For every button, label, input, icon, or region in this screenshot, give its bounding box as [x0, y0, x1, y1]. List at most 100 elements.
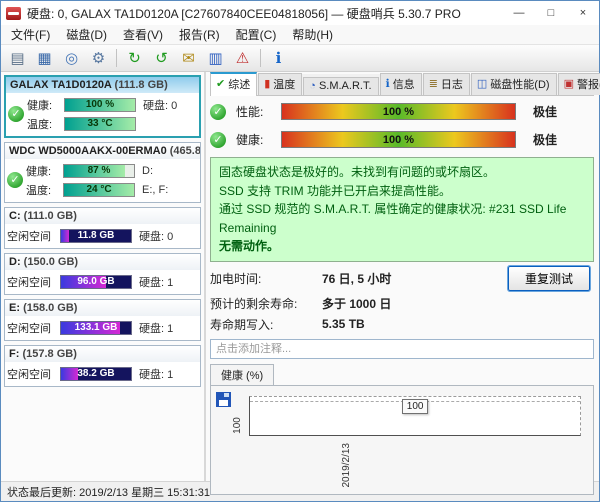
maximize-button[interactable]: □	[535, 1, 567, 25]
content: GALAX TA1D0120A (111.8 GB) ✓ 健康: 100 % 硬…	[1, 72, 599, 481]
performance-label: 性能:	[236, 103, 274, 120]
volume-size: (150.0 GB)	[24, 256, 78, 268]
disk-number: 硬盘: 0	[135, 228, 197, 244]
volume-name: C:	[9, 210, 21, 222]
smart-icon: ◔	[309, 81, 316, 92]
sidebar-volume-f[interactable]: F: (157.8 GB) 空闲空间 38.2 GB 硬盘: 1	[4, 345, 201, 387]
toolbar: ▤ ▦ ◎ ⚙ ↻ ↺ ✉ ▥ ⚠ ℹ	[1, 45, 599, 72]
health-rating: 极佳	[533, 131, 557, 148]
comment-input[interactable]	[210, 339, 594, 359]
health-row: ✓ 健康: 100 % 极佳	[210, 127, 594, 152]
temperature-value: 33 °C	[65, 118, 135, 130]
sidebar-volume-d[interactable]: D: (150.0 GB) 空闲空间 96.0 GB 硬盘: 1	[4, 253, 201, 295]
temperature-label: 温度:	[26, 182, 60, 198]
free-space-bar: 133.1 GB	[60, 321, 132, 335]
chart-icon: ▥	[208, 49, 222, 67]
menu-help[interactable]: 帮助(H)	[284, 24, 341, 45]
volume-name: E:	[9, 302, 20, 314]
refresh-all-icon: ↺	[155, 49, 168, 67]
save-chart-icon[interactable]	[216, 392, 231, 407]
volume-header[interactable]: C: (111.0 GB)	[5, 208, 200, 224]
health-bar: 100 %	[281, 131, 516, 148]
free-space-bar: 96.0 GB	[60, 275, 132, 289]
health-chart-tab[interactable]: 健康 (%)	[210, 364, 274, 385]
sidebar-volume-e[interactable]: E: (158.0 GB) 空闲空间 133.1 GB 硬盘: 1	[4, 299, 201, 341]
refresh-icon: ↻	[128, 49, 141, 67]
window-title: 硬盘: 0, GALAX TA1D0120A [C27607840CEE0481…	[27, 5, 503, 22]
toolbar-refresh-button[interactable]: ↻	[122, 47, 147, 70]
menubar: 文件(F) 磁盘(D) 查看(V) 报告(R) 配置(C) 帮助(H)	[1, 25, 599, 45]
toolbar-info-button[interactable]: ℹ	[266, 47, 291, 70]
window-controls: — □ ×	[503, 1, 599, 25]
volume-header[interactable]: F: (157.8 GB)	[5, 346, 200, 362]
tab-smart[interactable]: ◔ S.M.A.R.T.	[303, 77, 378, 95]
tab-information[interactable]: ℹ 信息	[380, 73, 422, 95]
volume-size: (158.0 GB)	[23, 302, 77, 314]
toolbar-alert-button[interactable]: ⚠	[230, 47, 255, 70]
menu-disk[interactable]: 磁盘(D)	[58, 24, 115, 45]
menu-file[interactable]: 文件(F)	[3, 24, 58, 45]
volume-header[interactable]: E: (158.0 GB)	[5, 300, 200, 316]
power-on-time-row: 加电时间: 76 日, 5 小时 重复测试	[210, 266, 594, 291]
main-panel: ✔ 综述 ▮ 温度 ◔ S.M.A.R.T. ℹ 信息 ≣ 日志	[206, 72, 599, 481]
status-line: 通过 SSD 规范的 S.M.A.R.T. 属性确定的健康状况: #231 SS…	[219, 200, 585, 237]
health-value: 100 %	[282, 132, 515, 147]
performance-value: 100 %	[282, 104, 515, 119]
toolbar-chart-button[interactable]: ▥	[203, 47, 228, 70]
chart-plot-area: 100	[249, 396, 581, 436]
status-text-box: 固态硬盘状态是极好的。未找到有问题的或坏扇区。 SSD 支持 TRIM 功能并已…	[210, 157, 594, 262]
app-icon	[6, 7, 21, 20]
free-space-bar: 38.2 GB	[60, 367, 132, 381]
minimize-button[interactable]: —	[503, 1, 535, 25]
free-space-bar: 11.8 GB	[60, 229, 132, 243]
retest-button[interactable]: 重复测试	[508, 266, 590, 291]
health-label: 健康:	[236, 131, 274, 148]
status-line: SSD 支持 TRIM 功能并已开启来提高性能。	[219, 182, 585, 201]
lifetime-writes-row: 寿命期写入: 5.35 TB	[210, 316, 594, 333]
toolbar-refresh-all-button[interactable]: ↺	[149, 47, 174, 70]
alert-icon: ⚠	[236, 49, 249, 67]
log-icon: ≣	[429, 79, 438, 90]
sidebar-volume-c[interactable]: C: (111.0 GB) 空闲空间 11.8 GB 硬盘: 0	[4, 207, 201, 249]
volume-name: D:	[9, 256, 21, 268]
disk-size: (465.8 GB)	[170, 145, 200, 157]
tab-overview[interactable]: ✔ 综述	[210, 72, 257, 96]
health-value: 87 %	[64, 165, 134, 177]
sidebar-disk-1[interactable]: WDC WD5000AAKX-00ERMA0 (465.8 GB) ✓ 健康: …	[4, 142, 201, 203]
toolbar-disk-settings-button[interactable]: ⚙	[86, 47, 111, 70]
mail-icon: ✉	[182, 49, 195, 67]
disk-header[interactable]: WDC WD5000AAKX-00ERMA0 (465.8 GB)	[5, 143, 200, 159]
volume-header[interactable]: D: (150.0 GB)	[5, 254, 200, 270]
tab-log[interactable]: ≣ 日志	[423, 73, 470, 95]
disk-settings-icon: ⚙	[92, 49, 105, 67]
tab-label: 综述	[228, 76, 250, 92]
menu-view[interactable]: 查看(V)	[115, 24, 171, 45]
sidebar-disk-0[interactable]: GALAX TA1D0120A (111.8 GB) ✓ 健康: 100 % 硬…	[4, 75, 201, 138]
chart-point-tooltip: 100	[402, 399, 429, 414]
close-button[interactable]: ×	[567, 1, 599, 25]
menu-report[interactable]: 报告(R)	[171, 24, 228, 45]
free-space-label: 空闲空间	[7, 320, 57, 336]
disk-header[interactable]: GALAX TA1D0120A (111.8 GB)	[6, 77, 199, 93]
disk-number: 硬盘: 1	[135, 320, 197, 336]
disk-name: WDC WD5000AAKX-00ERMA0	[9, 145, 167, 157]
tab-disk-performance[interactable]: ◫ 磁盘性能(D)	[471, 73, 557, 95]
menu-config[interactable]: 配置(C)	[228, 24, 285, 45]
tab-alerts[interactable]: ▣ 警报(A)	[558, 73, 600, 95]
tab-temperature[interactable]: ▮ 温度	[258, 73, 302, 95]
toolbar-separator	[116, 49, 117, 67]
disk-number: 硬盘: 1	[135, 366, 197, 382]
status-line: 无需动作。	[219, 237, 585, 256]
statusbar-text: 状态最后更新: 2019/2/13 星期三 15:31:31	[7, 484, 210, 500]
toolbar-mail-button[interactable]: ✉	[176, 47, 201, 70]
power-on-time-value: 76 日, 5 小时	[322, 270, 391, 287]
toolbar-hard-disk-button[interactable]: ▤	[5, 47, 30, 70]
health-chart-panel: 100 100 2019/2/13	[210, 385, 594, 495]
temperature-bar: 24 °C	[63, 183, 135, 197]
chart-y-tick: 100	[232, 417, 243, 434]
toolbar-disk-surface-button[interactable]: ▦	[32, 47, 57, 70]
power-on-time-label: 加电时间:	[210, 270, 322, 287]
toolbar-disk-search-button[interactable]: ◎	[59, 47, 84, 70]
hard-disk-icon: ▤	[10, 49, 24, 67]
info-icon: ℹ	[276, 49, 282, 67]
